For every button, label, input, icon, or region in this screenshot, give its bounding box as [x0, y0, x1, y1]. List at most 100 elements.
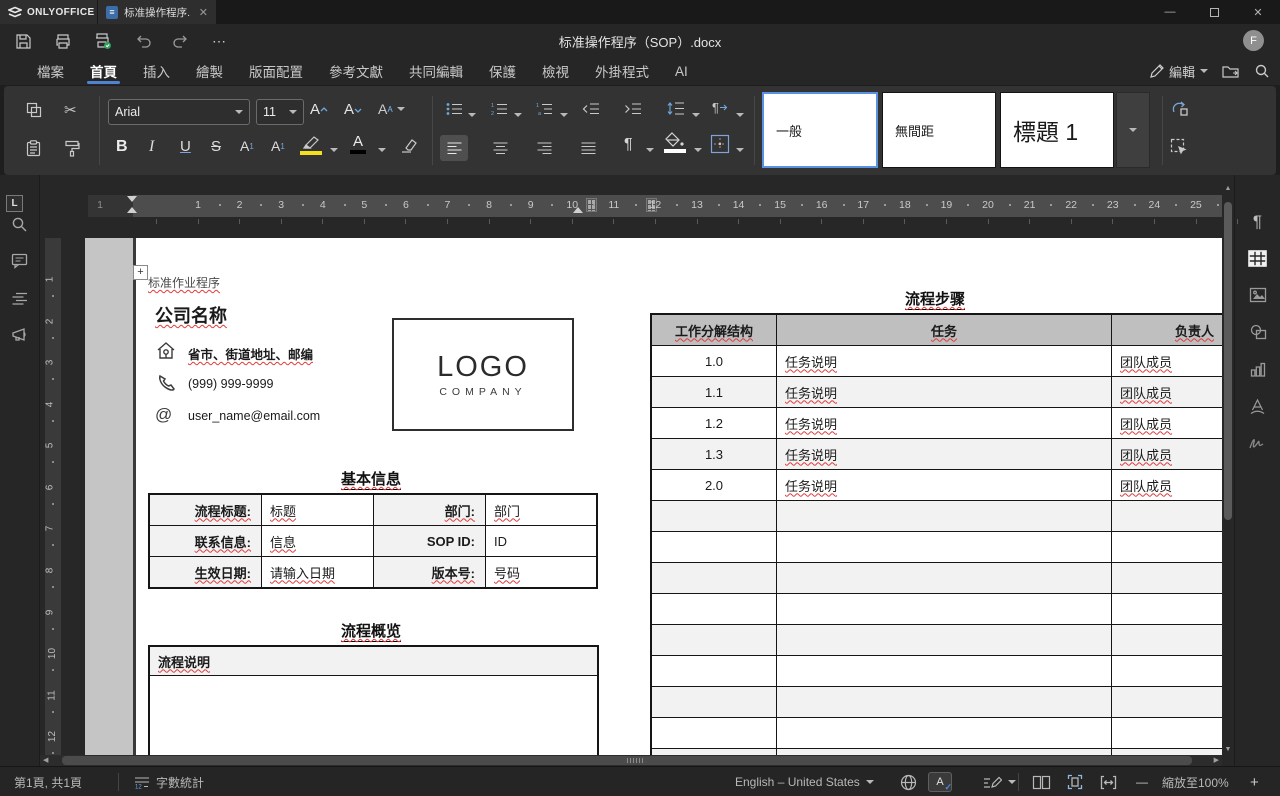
table-cell[interactable] [777, 594, 1111, 624]
search-button[interactable] [1254, 63, 1270, 79]
basic-info-title[interactable]: 基本信息 [340, 468, 402, 490]
table-cell[interactable] [777, 563, 1111, 593]
fit-page-button[interactable] [1067, 767, 1083, 796]
minimize-button[interactable]: — [1148, 0, 1192, 24]
table-cell[interactable] [1112, 501, 1222, 531]
chevron-down-icon[interactable] [736, 148, 744, 152]
table-cell[interactable]: 版本号: [374, 557, 485, 587]
chevron-down-icon[interactable] [378, 148, 386, 152]
line-spacing-button[interactable] [667, 101, 684, 116]
maximize-button[interactable] [1192, 0, 1236, 24]
vertical-scroll-thumb[interactable] [1224, 202, 1232, 520]
increase-indent-button[interactable] [624, 102, 642, 116]
menu-tab-6[interactable]: 參考文獻 [316, 57, 396, 85]
table-cell[interactable]: 请输入日期 [262, 557, 373, 587]
first-line-indent-marker[interactable] [127, 196, 137, 202]
table-cell[interactable] [1112, 687, 1222, 717]
style-gallery-expand-button[interactable] [1116, 92, 1150, 168]
table-cell[interactable]: 团队成员 [1112, 439, 1222, 469]
table-cell[interactable] [777, 625, 1111, 655]
scroll-left-button[interactable]: ◀ [43, 756, 48, 764]
table-cell[interactable]: 联系信息: [150, 526, 261, 556]
bullet-list-button[interactable] [446, 102, 463, 116]
replace-button[interactable] [1170, 100, 1190, 118]
scroll-down-button[interactable]: ▼ [1223, 743, 1233, 755]
table-cell[interactable]: 定义任务或流程的目标 [150, 676, 597, 755]
show-paragraph-marks-button[interactable]: ¶ [624, 136, 633, 154]
horizontal-scrollbar[interactable]: ◀ ▶ [40, 755, 1222, 766]
table-cell[interactable]: 任务说明 [777, 377, 1111, 407]
horizontal-ruler[interactable]: 1 1 2 3 4 5 6 7 8 9 10 11 12 13 14 15 16 17 18 19 20 21 22 23 2… [88, 195, 1222, 217]
navigation-panel-icon[interactable] [0, 285, 39, 311]
table-cell[interactable]: 团队成员 [1112, 408, 1222, 438]
spell-check-toggle[interactable]: A ✓ [928, 767, 952, 796]
table-cell[interactable] [652, 625, 776, 655]
table-column-marker[interactable] [586, 198, 597, 212]
increase-font-size-button[interactable]: A [310, 101, 328, 118]
table-cell[interactable] [777, 656, 1111, 686]
language-selector[interactable]: English – United States [735, 767, 874, 796]
clear-formatting-button[interactable] [400, 138, 418, 153]
hanging-indent-marker[interactable] [127, 207, 137, 213]
decrease-indent-button[interactable] [582, 102, 600, 116]
table-cell[interactable]: 标题 [262, 495, 373, 525]
table-cell[interactable] [1112, 532, 1222, 562]
image-settings-icon[interactable] [1235, 282, 1280, 308]
company-name[interactable]: 公司名称 [155, 302, 227, 328]
table-cell[interactable] [652, 656, 776, 686]
highlight-color-button[interactable] [300, 134, 322, 155]
chart-settings-icon[interactable] [1235, 356, 1280, 382]
table-cell[interactable]: 任务说明 [777, 439, 1111, 469]
table-cell[interactable] [777, 501, 1111, 531]
overview-table[interactable]: 流程说明 定义任务或流程的目标 [148, 645, 599, 755]
chevron-down-icon[interactable] [692, 113, 700, 117]
change-case-button[interactable]: Aᴀ [378, 101, 405, 117]
table-cell[interactable]: 1.1 [652, 377, 776, 407]
bold-button[interactable]: B [116, 138, 128, 156]
vertical-scrollbar[interactable]: ▲ ▼ [1222, 180, 1234, 760]
menu-tab-7[interactable]: 共同編輯 [396, 57, 476, 85]
tab-stop-selector[interactable]: L [6, 195, 23, 212]
menu-tab-1[interactable]: 檔案 [24, 57, 77, 85]
page-indicator[interactable]: 第1頁, 共1頁 [14, 767, 82, 796]
align-left-button[interactable] [440, 135, 468, 161]
fit-width-button[interactable] [1100, 767, 1117, 796]
table-cell[interactable]: 流程标题: [150, 495, 261, 525]
style-card[interactable]: 無間距 [882, 92, 996, 168]
table-cell[interactable]: 部门: [374, 495, 485, 525]
table-cell[interactable] [652, 563, 776, 593]
align-center-button[interactable] [486, 135, 514, 161]
table-cell[interactable] [1112, 656, 1222, 686]
table-cell[interactable] [777, 687, 1111, 717]
paragraph-direction-button[interactable]: ¶ [712, 100, 728, 115]
basic-info-table[interactable]: 流程标题: 标题 部门: 部门 联系信息: 信息 SOP ID: ID 生效日期: 请输入日期 版本… [148, 493, 598, 589]
table-cell[interactable] [1112, 594, 1222, 624]
set-language-button[interactable] [900, 767, 917, 796]
text-art-settings-icon[interactable] [1235, 393, 1280, 419]
feedback-icon[interactable] [0, 322, 39, 348]
table-cell[interactable]: 流程说明 [150, 647, 597, 675]
cut-button[interactable]: ✂ [64, 101, 77, 119]
table-move-handle[interactable]: + [133, 265, 148, 280]
tab-close-icon[interactable]: ✕ [199, 6, 208, 19]
table-cell[interactable] [652, 594, 776, 624]
company-email[interactable]: user_name@email.com [188, 409, 320, 423]
edit-mode-button[interactable]: 編輯 [1149, 62, 1208, 81]
chevron-down-icon[interactable] [736, 113, 744, 117]
chevron-down-icon[interactable] [694, 148, 702, 152]
style-card[interactable]: 標題 1 [1000, 92, 1114, 168]
zoom-in-button[interactable]: + [1250, 767, 1259, 796]
style-card[interactable]: 一般 [762, 92, 878, 168]
underline-button[interactable]: U [180, 138, 191, 155]
table-cell[interactable]: 团队成员 [1112, 470, 1222, 500]
numbered-list-button[interactable]: 12 [491, 102, 508, 116]
table-cell[interactable]: 信息 [262, 526, 373, 556]
menu-tab-5[interactable]: 版面配置 [236, 57, 316, 85]
close-button[interactable]: ✕ [1236, 0, 1280, 24]
table-borders-button[interactable] [710, 134, 730, 154]
document-page[interactable]: + 标准作业程序 公司名称 省市、街道地址、邮编 (999) 999-9999 … [85, 238, 1222, 755]
two-page-view-button[interactable] [1032, 767, 1051, 796]
chevron-down-icon[interactable] [514, 113, 522, 117]
table-cell[interactable]: SOP ID: [374, 526, 485, 556]
table-cell[interactable] [1112, 563, 1222, 593]
